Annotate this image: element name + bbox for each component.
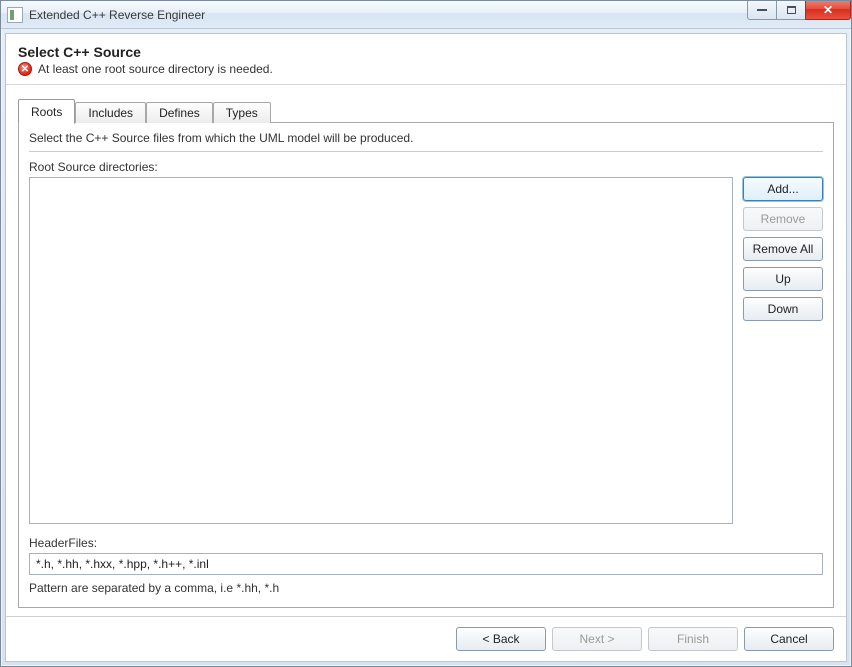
wizard-footer: < Back Next > Finish Cancel [6,616,846,661]
page-title: Select C++ Source [18,44,834,60]
back-button[interactable]: < Back [456,627,546,651]
tab-panel-roots: Select the C++ Source files from which t… [18,122,834,608]
titlebar[interactable]: Extended C++ Reverse Engineer ✕ [1,1,851,29]
pattern-hint: Pattern are separated by a comma, i.e *.… [29,581,823,595]
root-list-row: Add... Remove Remove All Up Down [29,177,823,524]
app-icon [7,7,23,23]
maximize-button[interactable] [776,1,806,20]
headerfiles-section: HeaderFiles: Pattern are separated by a … [29,536,823,595]
maximize-icon [787,6,796,14]
close-button[interactable]: ✕ [805,1,851,20]
cancel-button[interactable]: Cancel [744,627,834,651]
tab-roots[interactable]: Roots [18,99,75,124]
close-icon: ✕ [823,3,833,17]
error-icon: ✕ [18,62,32,76]
root-directories-label: Root Source directories: [29,160,823,174]
separator [29,151,823,152]
tab-region: Roots Includes Defines Types Select the … [6,85,846,616]
remove-all-button[interactable]: Remove All [743,237,823,261]
headerfiles-label: HeaderFiles: [29,536,823,550]
tab-types[interactable]: Types [213,102,271,123]
remove-button: Remove [743,207,823,231]
error-line: ✕ At least one root source directory is … [18,62,834,76]
side-buttons: Add... Remove Remove All Up Down [743,177,823,524]
tab-includes[interactable]: Includes [75,102,146,123]
up-button[interactable]: Up [743,267,823,291]
finish-button: Finish [648,627,738,651]
headerfiles-input[interactable] [29,553,823,575]
minimize-icon [757,9,767,11]
minimize-button[interactable] [747,1,777,20]
window-title: Extended C++ Reverse Engineer [29,8,205,22]
client-area: Select C++ Source ✕ At least one root so… [5,33,847,662]
root-directories-listbox[interactable] [29,177,733,524]
tab-defines[interactable]: Defines [146,102,213,123]
tab-strip: Roots Includes Defines Types [18,99,834,123]
error-text: At least one root source directory is ne… [38,62,273,76]
dialog-window: Extended C++ Reverse Engineer ✕ Select C… [0,0,852,667]
header-area: Select C++ Source ✕ At least one root so… [6,34,846,85]
add-button[interactable]: Add... [743,177,823,201]
window-controls: ✕ [748,1,851,20]
panel-description: Select the C++ Source files from which t… [29,131,823,149]
down-button[interactable]: Down [743,297,823,321]
next-button: Next > [552,627,642,651]
